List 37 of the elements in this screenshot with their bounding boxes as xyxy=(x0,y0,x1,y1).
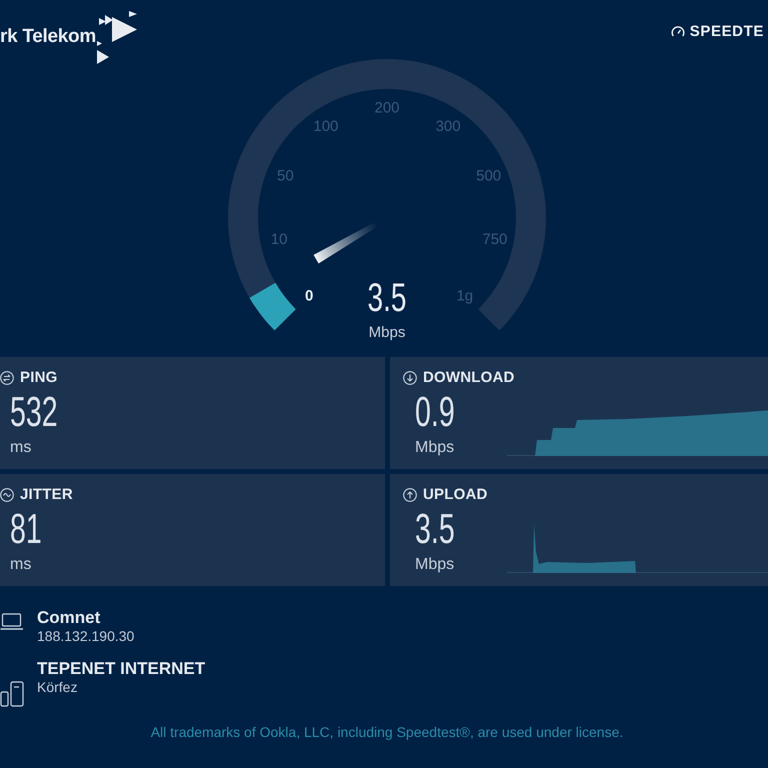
connection-detail: Körfez xyxy=(37,679,78,696)
metric-value: 532 xyxy=(10,391,58,433)
speedtest-link[interactable]: SPEEDTE xyxy=(670,23,764,40)
gauge-tick-label: 200 xyxy=(374,100,400,116)
gauge-icon xyxy=(670,24,685,38)
laptop-icon xyxy=(0,613,24,631)
gauge-unit: Mbps xyxy=(368,324,406,341)
metric-unit: Mbps xyxy=(415,556,454,574)
gauge-tick-label: 300 xyxy=(436,118,461,136)
metric-label: UPLOAD xyxy=(423,486,488,503)
metric-value: 81 xyxy=(10,508,42,550)
gauge-tick-label: 10 xyxy=(270,230,288,248)
connection-name: TEPENET INTERNET xyxy=(37,659,206,679)
metric-unit: ms xyxy=(10,556,32,574)
download-icon xyxy=(403,370,417,384)
server-icon xyxy=(0,681,24,707)
wave-icon xyxy=(0,488,14,502)
connection-name: Comnet xyxy=(37,608,102,628)
gauge-tick-label: 100 xyxy=(313,118,338,136)
metric-unit: ms xyxy=(10,439,32,457)
metric-label: PING xyxy=(20,369,58,386)
gauge-tick-label: 1g xyxy=(456,287,474,304)
metric-value: 0.9 xyxy=(415,391,455,433)
connection-detail: 188.132.190.30 xyxy=(37,628,134,645)
metric-value: 3.5 xyxy=(415,508,455,550)
gauge-tick-label: 0 xyxy=(305,287,314,304)
ping-icon xyxy=(0,370,14,384)
metric-label: JITTER xyxy=(20,486,73,503)
gauge-tick-label: 500 xyxy=(476,167,502,184)
gauge-tick-label: 750 xyxy=(482,230,508,248)
license-notice: All trademarks of Ookla, LLC, including Speedtest®, are used under license. xyxy=(150,724,624,740)
brand-name: rk Telekom xyxy=(0,26,96,48)
upload-icon xyxy=(403,488,417,502)
gauge-value: 3.5 xyxy=(368,276,406,320)
metric-unit: Mbps xyxy=(415,439,454,457)
gauge-tick-label: 50 xyxy=(277,167,294,184)
metric-label: DOWNLOAD xyxy=(423,369,515,386)
